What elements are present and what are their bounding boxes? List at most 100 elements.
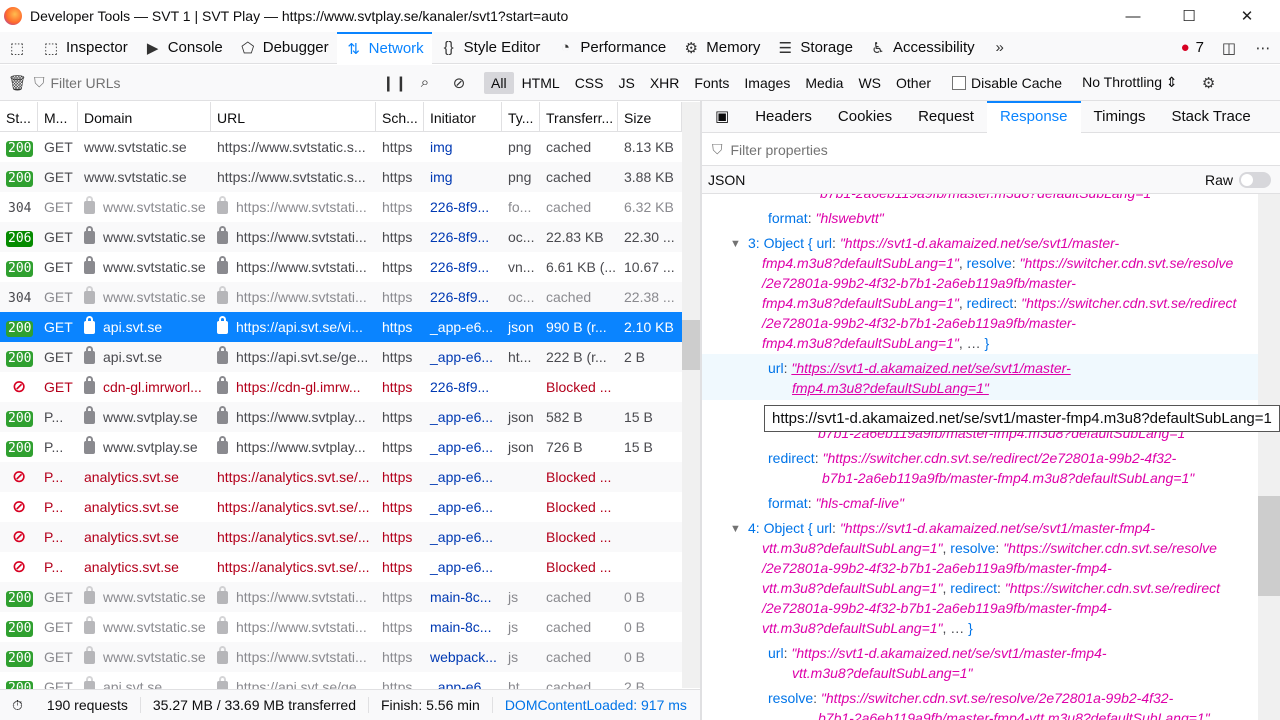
table-row[interactable]: 200 GET www.svtstatic.se https://www.svtsta… <box>0 132 682 162</box>
table-row[interactable]: 304 GET www.svtstatic.se https://www.svtsta… <box>0 192 682 222</box>
json-line[interactable]: fmp4.m3u8?defaultSubLang=1", resolve: "h… <box>762 253 1233 273</box>
tab-headers[interactable]: Headers <box>742 101 825 133</box>
tab-accessibility[interactable]: ♿ Accessibility <box>861 32 983 64</box>
json-line[interactable]: vtt.m3u8?defaultSubLang=1", … } <box>762 618 973 638</box>
filter-xhr[interactable]: XHR <box>643 72 687 94</box>
json-line[interactable]: ▼ 3: Object { url: "https://svt1-d.akama… <box>730 233 1119 253</box>
json-line[interactable]: b7b1-2a6eb119a9fb/master-fmp4.m3u8?defau… <box>822 468 1194 488</box>
filter-urls-input[interactable]: ⛉ Filter URLs <box>34 74 374 91</box>
table-row[interactable]: 200 GET www.svtstatic.se https://www.svtsta… <box>0 252 682 282</box>
initiator-text[interactable]: 226-8f9... <box>430 259 489 275</box>
json-line[interactable]: url: "https://svt1-d.akamaized.net/se/sv… <box>768 358 1071 378</box>
column-header[interactable]: St... <box>0 102 38 132</box>
block-button[interactable]: ⊘ <box>442 67 476 99</box>
scrollbar-thumb[interactable] <box>682 320 700 370</box>
initiator-text[interactable]: _app-e6... <box>430 439 493 455</box>
toggle-sidebar-button[interactable]: ▣ <box>702 101 742 133</box>
json-line[interactable]: redirect: "https://switcher.cdn.svt.se/r… <box>768 448 1176 468</box>
initiator-text[interactable]: 226-8f9... <box>430 379 489 395</box>
json-line[interactable]: /2e72801a-99b2-4f32-b7b1-2a6eb119a9fb/ma… <box>762 558 1112 578</box>
initiator-text[interactable]: 226-8f9... <box>430 229 489 245</box>
table-row[interactable]: 200 GET www.svtstatic.se https://www.svtsta… <box>0 642 682 672</box>
filter-media[interactable]: Media <box>798 72 850 94</box>
json-line[interactable]: /2e72801a-99b2-4f32-b7b1-2a6eb119a9fb/ma… <box>762 313 1076 333</box>
initiator-text[interactable]: webpack... <box>430 649 497 665</box>
tab-inspector[interactable]: ⬚ Inspector <box>34 32 136 64</box>
tab-timings[interactable]: Timings <box>1081 101 1159 133</box>
filter-css[interactable]: CSS <box>568 72 611 94</box>
throttling-select[interactable]: No Throttling ⇕ <box>1082 74 1178 91</box>
tab-performance[interactable]: ◔ Performance <box>548 32 674 64</box>
table-row[interactable]: 200 P... www.svtplay.se https://www.svtplay… <box>0 432 682 462</box>
json-line[interactable]: resolve: "https://switcher.cdn.svt.se/re… <box>768 688 1173 708</box>
table-row[interactable]: ⊘ P... analytics.svt.se https://analytics.s… <box>0 522 682 552</box>
table-row[interactable]: ⊘ P... analytics.svt.se https://analytics.s… <box>0 552 682 582</box>
json-line[interactable]: url: "https://svt1-d.akamaized.net/se/sv… <box>768 643 1107 663</box>
disable-cache-checkbox[interactable]: Disable Cache <box>952 75 1062 91</box>
menu-button[interactable]: ⋯ <box>1246 32 1280 64</box>
settings-button[interactable]: ⚙ <box>1192 67 1226 99</box>
raw-toggle[interactable] <box>1239 171 1271 188</box>
initiator-text[interactable]: img <box>430 139 453 155</box>
column-header[interactable]: Size <box>618 102 682 132</box>
filter-images[interactable]: Images <box>737 72 797 94</box>
initiator-text[interactable]: 226-8f9... <box>430 289 489 305</box>
initiator-text[interactable]: main-8c... <box>430 589 491 605</box>
filter-fonts[interactable]: Fonts <box>687 72 736 94</box>
dock-button[interactable]: ◫ <box>1212 32 1246 64</box>
tab-cookies[interactable]: Cookies <box>825 101 905 133</box>
table-row[interactable]: 200 P... www.svtplay.se https://www.svtplay… <box>0 402 682 432</box>
close-button[interactable]: ✕ <box>1218 0 1276 32</box>
json-line[interactable]: fmp4.m3u8?defaultSubLang=1", … } <box>762 333 989 353</box>
initiator-text[interactable]: img <box>430 169 453 185</box>
json-line[interactable]: fmp4.m3u8?defaultSubLang=1" <box>792 378 989 398</box>
filter-other[interactable]: Other <box>889 72 938 94</box>
json-line[interactable]: vtt.m3u8?defaultSubLang=1", resolve: "ht… <box>762 538 1217 558</box>
tab-storage[interactable]: ☰ Storage <box>768 32 861 64</box>
column-header[interactable]: Ty... <box>502 102 540 132</box>
maximize-button[interactable]: ☐ <box>1160 0 1218 32</box>
json-line[interactable]: b7b1-2a6eb119a9fb/master-fmp4-vtt.m3u8?d… <box>818 708 1210 720</box>
filter-properties-input[interactable]: ⛉ Filter properties <box>702 134 1280 166</box>
json-line[interactable]: fmp4.m3u8?defaultSubLang=1", redirect: "… <box>762 293 1236 313</box>
table-row[interactable]: 200 GET www.svtstatic.se https://www.svtsta… <box>0 162 682 192</box>
column-header[interactable]: Initiator <box>424 102 502 132</box>
initiator-text[interactable]: _app-e6... <box>430 469 493 485</box>
expand-arrow-icon[interactable]: ▼ <box>730 519 741 539</box>
clear-button[interactable]: 🗑 <box>0 67 34 99</box>
column-header[interactable]: Domain <box>78 102 211 132</box>
table-scrollbar[interactable] <box>682 102 700 688</box>
initiator-text[interactable]: _app-e6... <box>430 349 493 365</box>
tab-request[interactable]: Request <box>905 101 987 133</box>
column-header[interactable]: Sch... <box>376 102 424 132</box>
table-row[interactable]: 200 GET www.svtstatic.se https://www.svtsta… <box>0 612 682 642</box>
tab-console[interactable]: ▶ Console <box>136 32 231 64</box>
json-line[interactable]: format: "hlswebvtt" <box>768 208 884 228</box>
table-row[interactable]: 200 GET api.svt.se https://api.svt.se/vi...… <box>0 312 682 342</box>
column-header[interactable]: URL <box>211 102 376 132</box>
table-row[interactable]: ⊘ P... analytics.svt.se https://analytics.s… <box>0 462 682 492</box>
initiator-text[interactable]: _app-e6... <box>430 529 493 545</box>
json-line[interactable]: b7b1-2a6eb119a9fb/master.m3u8?defaultSub… <box>820 194 1156 203</box>
tab-memory[interactable]: ⚙ Memory <box>674 32 768 64</box>
initiator-text[interactable]: _app-e6... <box>430 499 493 515</box>
json-line[interactable]: /2e72801a-99b2-4f32-b7b1-2a6eb119a9fb/ma… <box>762 273 1076 293</box>
initiator-text[interactable]: _app-e6... <box>430 409 493 425</box>
table-row[interactable]: 200 GET api.svt.se https://api.svt.se/ge...… <box>0 342 682 372</box>
minimize-button[interactable]: — <box>1104 0 1162 32</box>
json-line[interactable]: ▼ 4: Object { url: "https://svt1-d.akama… <box>730 518 1155 538</box>
filter-all[interactable]: All <box>484 71 514 94</box>
pause-button[interactable]: ❙❙ <box>374 67 408 99</box>
filter-js[interactable]: JS <box>611 72 641 94</box>
table-row[interactable]: 206 GET www.svtstatic.se https://www.svtsta… <box>0 222 682 252</box>
search-button[interactable]: ⌕ <box>408 67 442 99</box>
json-line[interactable]: vtt.m3u8?defaultSubLang=1" <box>792 663 973 683</box>
more-tools-button[interactable]: » <box>983 32 1017 64</box>
table-row[interactable]: 304 GET www.svtstatic.se https://www.svtsta… <box>0 282 682 312</box>
initiator-text[interactable]: 226-8f9... <box>430 199 489 215</box>
table-row[interactable]: ⊘ P... analytics.svt.se https://analytics.s… <box>0 492 682 522</box>
json-line[interactable]: format: "hls-cmaf-live" <box>768 493 904 513</box>
expand-arrow-icon[interactable]: ▼ <box>730 234 741 254</box>
filter-html[interactable]: HTML <box>515 72 567 94</box>
table-row[interactable]: 200 GET www.svtstatic.se https://www.svtsta… <box>0 582 682 612</box>
